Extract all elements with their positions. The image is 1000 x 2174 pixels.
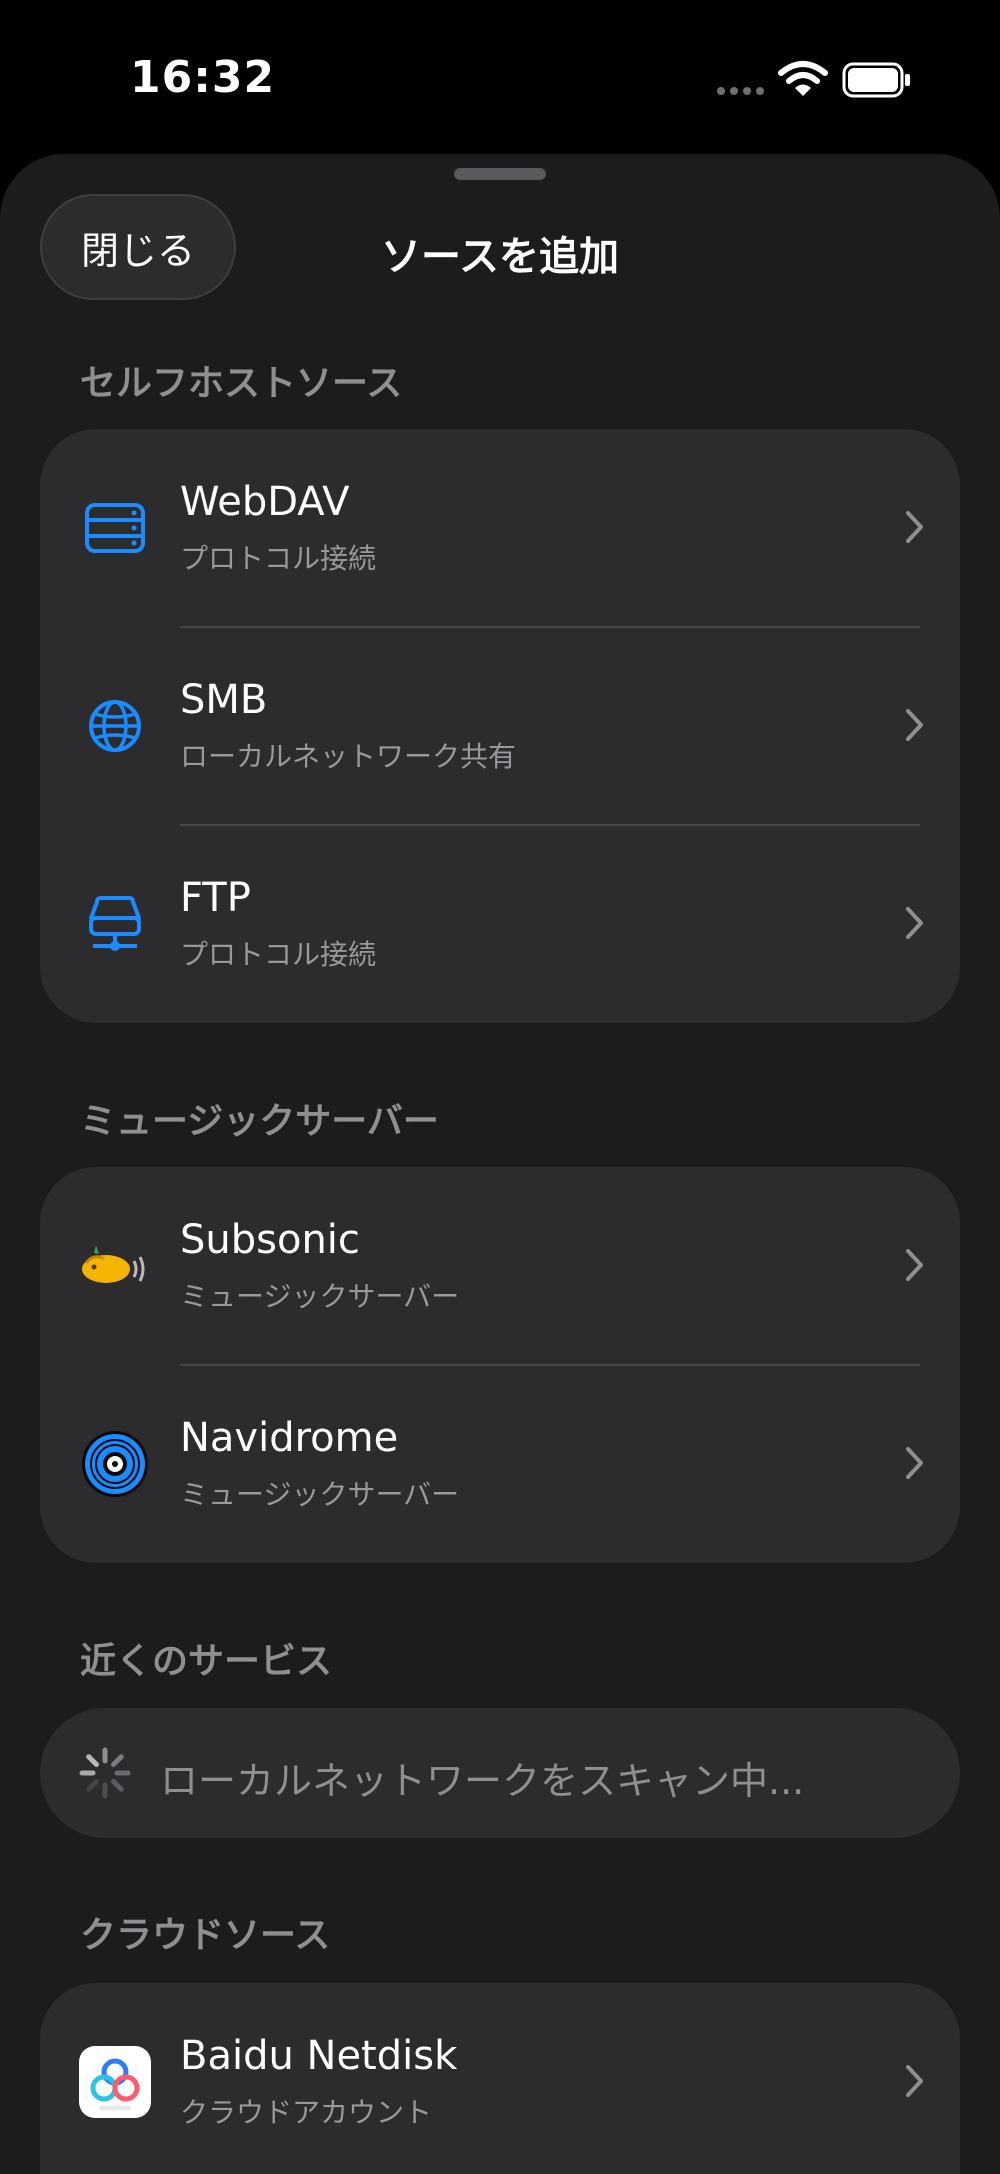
scan-status-text: ローカルネットワークをスキャン中... xyxy=(160,1759,805,1803)
chevron-right-icon xyxy=(906,2065,923,2097)
subsonic-logo-icon xyxy=(78,1229,152,1303)
server-rack-icon xyxy=(78,491,152,565)
row-subtitle: ミュージックサーバー xyxy=(180,1280,460,1313)
source-row-smb[interactable]: SMB ローカルネットワーク共有 xyxy=(40,627,960,826)
globe-icon xyxy=(78,689,152,763)
network-scan-status: ローカルネットワークをスキャン中... xyxy=(40,1708,960,1838)
baidu-netdisk-logo-icon xyxy=(78,2045,152,2119)
row-title: FTP xyxy=(180,875,251,921)
section-header-cloud: クラウドソース xyxy=(80,1915,331,1956)
status-time: 16:32 xyxy=(130,52,276,103)
music-servers-card: Subsonic ミュージックサーバー Navidrome ミュージックサーバー xyxy=(40,1167,960,1563)
section-header-nearby: 近くのサービス xyxy=(80,1641,333,1682)
row-title: WebDAV xyxy=(180,479,350,525)
section-header-music-servers: ミュージックサーバー xyxy=(80,1101,439,1142)
chevron-right-icon xyxy=(906,511,923,543)
cellular-signal-icon xyxy=(717,87,764,95)
row-title: Navidrome xyxy=(180,1415,399,1461)
section-header-self-hosted: セルフホストソース xyxy=(80,363,403,404)
navidrome-logo-icon xyxy=(78,1427,152,1501)
wifi-icon xyxy=(778,61,828,96)
cloud-card: Baidu Netdisk クラウドアカウント xyxy=(40,1983,960,2174)
sheet-grabber[interactable] xyxy=(454,168,546,180)
page-title: ソースを追加 xyxy=(381,234,619,280)
row-subtitle: プロトコル接続 xyxy=(180,938,377,971)
source-row-webdav[interactable]: WebDAV プロトコル接続 xyxy=(40,429,960,628)
source-row-baidu-netdisk[interactable]: Baidu Netdisk クラウドアカウント xyxy=(40,1983,960,2174)
row-subtitle: クラウドアカウント xyxy=(180,2096,433,2129)
network-drive-icon xyxy=(78,887,152,961)
status-bar: 16:32 xyxy=(0,0,1000,150)
row-title: Subsonic xyxy=(180,1217,360,1263)
chevron-right-icon xyxy=(906,709,923,741)
chevron-right-icon xyxy=(906,907,923,939)
battery-icon xyxy=(842,62,910,98)
row-subtitle: ローカルネットワーク共有 xyxy=(180,740,517,773)
self-hosted-card: WebDAV プロトコル接続 SMB ローカルネットワーク共有 FTP プロトコ… xyxy=(40,429,960,1023)
row-title: SMB xyxy=(180,677,268,723)
source-row-ftp[interactable]: FTP プロトコル接続 xyxy=(40,825,960,1023)
add-source-sheet: 閉じる ソースを追加 セルフホストソース WebDAV プロトコル接続 SMB … xyxy=(0,154,1000,2174)
source-row-subsonic[interactable]: Subsonic ミュージックサーバー xyxy=(40,1167,960,1366)
loading-spinner-icon xyxy=(79,1747,131,1799)
row-subtitle: プロトコル接続 xyxy=(180,542,377,575)
row-subtitle: ミュージックサーバー xyxy=(180,1478,460,1511)
chevron-right-icon xyxy=(906,1249,923,1281)
chevron-right-icon xyxy=(906,1447,923,1479)
row-title: Baidu Netdisk xyxy=(180,2033,458,2079)
source-row-navidrome[interactable]: Navidrome ミュージックサーバー xyxy=(40,1365,960,1563)
